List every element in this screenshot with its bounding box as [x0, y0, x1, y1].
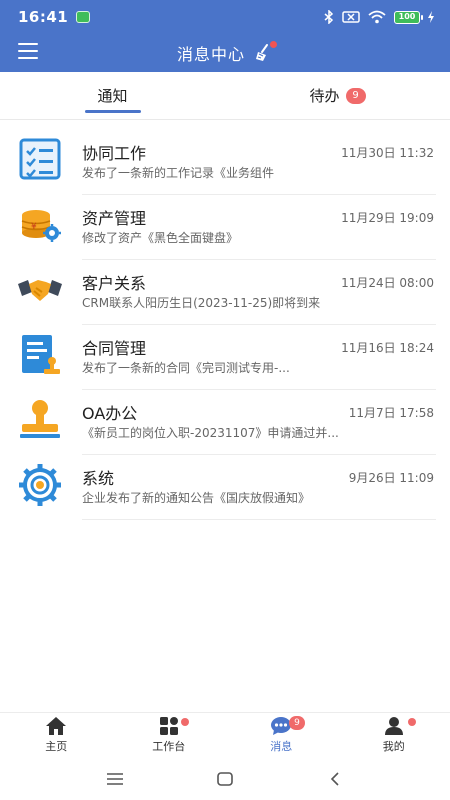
divider: [82, 519, 436, 520]
item-preview: 发布了一条新的合同《完司测试专用-...: [82, 361, 290, 375]
item-preview: 《新员工的岗位入职-20231107》申请通过并...: [82, 426, 339, 440]
item-time: 11月30日 11:32: [341, 146, 434, 160]
coins-gear-icon: ¥: [16, 203, 64, 247]
message-tabs: 通知 待办 9: [0, 72, 450, 120]
status-time: 16:41: [18, 8, 69, 26]
clear-messages-button[interactable]: [253, 41, 277, 63]
tab-label: 通知: [97, 87, 128, 105]
item-time: 11月29日 19:09: [341, 211, 434, 225]
task-checklist-icon: [16, 138, 64, 182]
status-icons: 100: [324, 10, 434, 24]
notification-list: 协同工作 11月30日 11:32 发布了一条新的工作记录《业务组件 ¥ 资产管…: [0, 130, 450, 520]
tab-notifications[interactable]: 通知: [0, 72, 225, 119]
notification-item-contract[interactable]: 合同管理 11月16日 18:24 发布了一条新的合同《完司测试专用-...: [0, 325, 450, 390]
nav-label: 主页: [45, 740, 68, 753]
item-time: 9月26日 11:09: [348, 471, 434, 485]
bottom-navigation: 主页 工作台 9 消息 我的: [0, 712, 450, 757]
profile-icon: [383, 716, 405, 736]
notification-item-crm[interactable]: 客户关系 11月24日 08:00 CRM联系人阳历生日(2023-11-25)…: [0, 260, 450, 325]
no-sim-icon: [342, 11, 360, 23]
menu-lines-icon: [107, 772, 123, 785]
item-title: 资产管理: [82, 209, 147, 228]
bluetooth-icon: [324, 10, 334, 24]
status-bar: 16:41 100: [0, 0, 450, 34]
svg-text:¥: ¥: [31, 222, 37, 232]
nav-profile[interactable]: 我的: [338, 713, 450, 757]
workbench-icon: [158, 716, 180, 736]
square-icon: [217, 771, 233, 786]
item-title: 系统: [82, 469, 115, 488]
todo-count-badge: 9: [345, 87, 366, 104]
battery-icon: 100: [394, 10, 423, 24]
new-dot: [270, 41, 277, 48]
notification-item-oa[interactable]: OA办公 11月7日 17:58 《新员工的岗位入职-20231107》申请通过…: [0, 390, 450, 455]
notification-item-assets[interactable]: ¥ 资产管理 11月29日 19:09 修改了资产《黑色全面键盘》: [0, 195, 450, 260]
message-count-badge: 9: [289, 716, 305, 730]
nav-messages[interactable]: 9 消息: [225, 713, 338, 757]
app-header: 16:41 100 消息中心: [0, 0, 450, 72]
item-preview: 企业发布了新的通知公告《国庆放假通知》: [82, 491, 311, 505]
item-time: 11月24日 08:00: [341, 276, 434, 290]
contract-stamp-icon: [16, 333, 64, 377]
item-title: OA办公: [82, 404, 138, 423]
menu-line: [18, 50, 38, 52]
new-dot: [180, 718, 189, 726]
wifi-icon: [368, 10, 386, 24]
nav-label: 消息: [270, 740, 293, 753]
notification-item-collaboration[interactable]: 协同工作 11月30日 11:32 发布了一条新的工作记录《业务组件: [0, 130, 450, 195]
home-button[interactable]: [213, 767, 237, 791]
item-title: 合同管理: [82, 339, 147, 358]
charging-icon: [428, 11, 434, 23]
nav-workbench[interactable]: 工作台: [113, 713, 226, 757]
item-preview: CRM联系人阳历生日(2023-11-25)即将到来: [82, 296, 321, 310]
system-navigation-bar: [0, 757, 450, 800]
nav-label: 工作台: [152, 740, 186, 753]
tab-active-indicator: [84, 110, 141, 113]
page-title: 消息中心: [176, 45, 245, 64]
item-time: 11月7日 17:58: [348, 406, 434, 420]
title-bar: 消息中心: [0, 34, 450, 72]
nav-label: 我的: [382, 740, 405, 753]
item-preview: 修改了资产《黑色全面键盘》: [82, 231, 239, 245]
item-preview: 发布了一条新的工作记录《业务组件: [82, 166, 275, 180]
new-dot: [407, 718, 416, 726]
wechat-notification-icon: [76, 11, 91, 23]
tab-label: 待办: [309, 87, 340, 105]
item-title: 协同工作: [82, 144, 147, 163]
tab-todo[interactable]: 待办 9: [225, 72, 450, 119]
system-gear-icon: [16, 463, 64, 507]
stamp-icon: [16, 398, 64, 442]
back-button[interactable]: [323, 767, 347, 791]
recent-apps-button[interactable]: [103, 767, 127, 791]
home-icon: [45, 716, 67, 736]
back-arrow-icon: [330, 771, 339, 786]
notification-item-system[interactable]: 系统 9月26日 11:09 企业发布了新的通知公告《国庆放假通知》: [0, 455, 450, 520]
handshake-icon: [16, 268, 64, 312]
menu-line: [18, 43, 38, 45]
nav-home[interactable]: 主页: [0, 713, 113, 757]
menu-button[interactable]: [18, 43, 40, 61]
menu-line: [18, 57, 38, 59]
item-title: 客户关系: [82, 274, 147, 293]
item-time: 11月16日 18:24: [341, 341, 434, 355]
